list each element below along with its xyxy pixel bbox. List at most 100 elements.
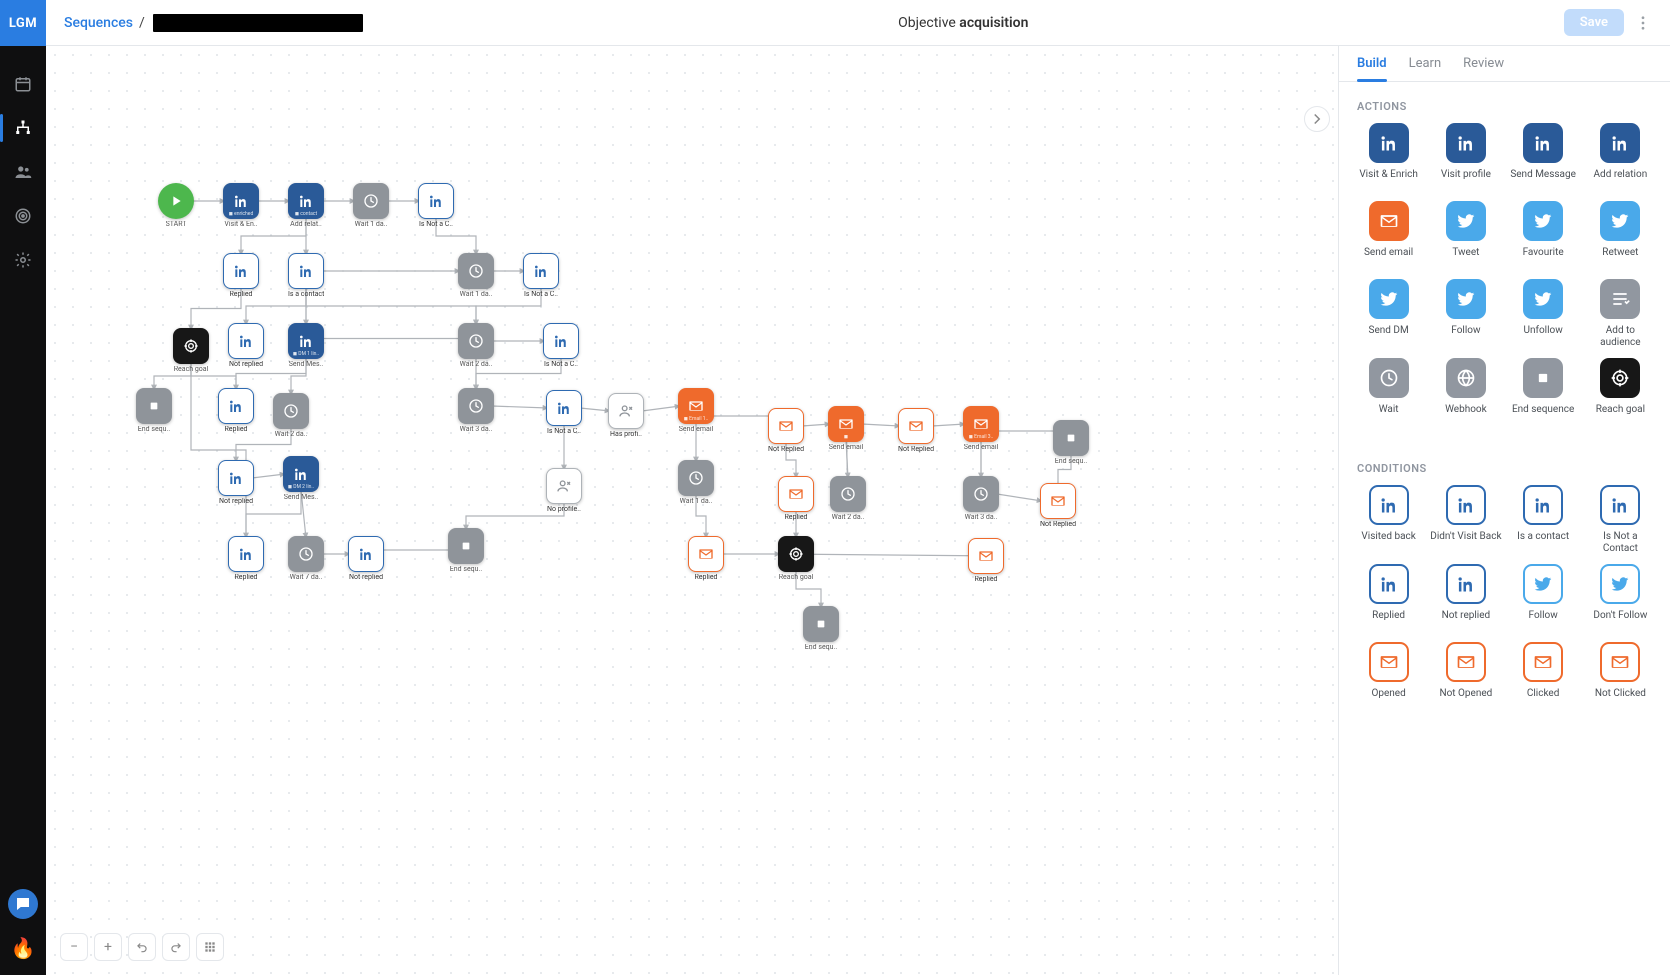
node-n38[interactable]: Replied xyxy=(688,536,724,582)
tile-follow-tw[interactable]: Follow xyxy=(1508,564,1579,632)
zoom-out-button[interactable]: − xyxy=(60,933,88,961)
breadcrumb-root[interactable]: Sequences xyxy=(64,15,133,31)
node-n25[interactable]: End sequ.. xyxy=(1053,420,1089,466)
tab-build[interactable]: Build xyxy=(1357,56,1387,81)
linkedin-icon xyxy=(1446,564,1486,604)
tile-webhook[interactable]: Webhook xyxy=(1430,358,1501,426)
tile-favourite[interactable]: Favourite xyxy=(1508,201,1579,269)
node-n34[interactable]: Replied xyxy=(228,536,264,582)
rail-target[interactable] xyxy=(11,204,35,228)
node-n15[interactable]: Replied xyxy=(218,388,254,434)
breadcrumb-sep: / xyxy=(139,15,145,31)
node-n9[interactable]: Reach goal xyxy=(173,328,209,374)
node-n8[interactable]: Is Not a C.. xyxy=(523,253,559,299)
node-n32[interactable]: Wait 3 da.. xyxy=(963,476,999,522)
tile-visit-enrich[interactable]: Visit & Enrich xyxy=(1353,123,1424,191)
node-n30[interactable]: Replied xyxy=(778,476,814,522)
tile-end-sequence[interactable]: End sequence xyxy=(1508,358,1579,426)
panel-collapse-button[interactable] xyxy=(1304,106,1330,132)
tile-replied-li[interactable]: Replied xyxy=(1353,564,1424,632)
rail-sequences[interactable] xyxy=(11,116,35,140)
tile-send-message[interactable]: Send Message xyxy=(1508,123,1579,191)
rail-settings[interactable] xyxy=(11,248,35,272)
clock-icon xyxy=(458,323,494,359)
tab-review[interactable]: Review xyxy=(1463,56,1504,81)
node-n33[interactable]: Not Replied xyxy=(1040,483,1076,529)
tile-is-contact[interactable]: Is a contact xyxy=(1508,485,1579,554)
tab-learn[interactable]: Learn xyxy=(1409,56,1442,81)
node-n26[interactable]: Not replied xyxy=(218,460,254,506)
node-n16[interactable]: Wait 2 da.. xyxy=(273,393,309,439)
tile-opened[interactable]: Opened xyxy=(1353,642,1424,710)
node-n11[interactable]: ◼ DM 1 lin..Send Mes.. xyxy=(288,323,324,369)
node-n1[interactable]: ◼ enrichedVisit & En.. xyxy=(223,183,259,229)
tile-follow[interactable]: Follow xyxy=(1430,279,1501,348)
tile-add-audience[interactable]: Add to audience xyxy=(1585,279,1656,348)
node-n23[interactable]: Not Replied xyxy=(898,408,934,454)
node-n2[interactable]: ◼ contactAdd relat.. xyxy=(288,183,324,229)
grid-toggle-button[interactable] xyxy=(196,933,224,961)
node-n36[interactable]: Not replied xyxy=(348,536,384,582)
node-n24[interactable]: ◼ Email 3..Send email xyxy=(963,406,999,452)
rail-flame[interactable]: 🔥 xyxy=(10,935,36,961)
node-n18[interactable]: Is Not a C.. xyxy=(546,390,582,436)
node-n5[interactable]: Replied xyxy=(223,253,259,299)
node-n7[interactable]: Wait 1 da.. xyxy=(458,253,494,299)
tile-is-not-contact[interactable]: Is Not a Contact xyxy=(1585,485,1656,554)
tile-wait[interactable]: Wait xyxy=(1353,358,1424,426)
tile-dont-follow[interactable]: Don't Follow xyxy=(1585,564,1656,632)
tile-unfollow[interactable]: Unfollow xyxy=(1508,279,1579,348)
node-n4[interactable]: Is Not a C.. xyxy=(418,183,454,229)
node-n28[interactable]: No profile.. xyxy=(546,468,582,514)
node-n37[interactable]: End sequ.. xyxy=(448,528,484,574)
node-start[interactable]: START xyxy=(158,183,194,229)
tile-send-dm[interactable]: Send DM xyxy=(1353,279,1424,348)
save-button[interactable]: Save xyxy=(1564,9,1624,36)
rail-leads[interactable] xyxy=(11,160,35,184)
tile-not-clicked[interactable]: Not Clicked xyxy=(1585,642,1656,710)
tile-retweet[interactable]: Retweet xyxy=(1585,201,1656,269)
tile-didnt-visit-back[interactable]: Didn't Visit Back xyxy=(1430,485,1501,554)
node-n6[interactable]: Is a contact xyxy=(288,253,324,299)
node-n10[interactable]: Not replied xyxy=(228,323,264,369)
node-n41[interactable]: End sequ.. xyxy=(803,606,839,652)
node-n3[interactable]: Wait 1 da.. xyxy=(353,183,389,229)
tile-not-replied-li[interactable]: Not replied xyxy=(1430,564,1501,632)
flow-canvas[interactable]: START ◼ enrichedVisit & En.. ◼ contactAdd … xyxy=(46,46,1338,975)
node-n40[interactable]: Replied xyxy=(968,538,1004,584)
node-n19[interactable]: Has profi.. xyxy=(608,393,644,439)
tile-add-relation[interactable]: Add relation xyxy=(1585,123,1656,191)
tile-not-opened[interactable]: Not Opened xyxy=(1430,642,1501,710)
mail-icon: ◼ xyxy=(828,406,864,442)
node-n12[interactable]: Wait 2 da.. xyxy=(458,323,494,369)
more-menu-button[interactable] xyxy=(1634,14,1652,32)
tile-visit-profile[interactable]: Visit profile xyxy=(1430,123,1501,191)
node-label: START xyxy=(166,221,187,229)
node-n17[interactable]: Wait 3 da.. xyxy=(458,388,494,434)
tile-visited-back[interactable]: Visited back xyxy=(1353,485,1424,554)
rail-calendar[interactable] xyxy=(11,72,35,96)
undo-button[interactable] xyxy=(128,933,156,961)
tile-tweet[interactable]: Tweet xyxy=(1430,201,1501,269)
node-n14[interactable]: End sequ.. xyxy=(136,388,172,434)
node-n20[interactable]: ◼ Email 1..Send email xyxy=(678,388,714,434)
node-label: Wait 3 da.. xyxy=(965,514,998,522)
node-n13[interactable]: Is Not a C.. xyxy=(543,323,579,369)
node-n21[interactable]: Not Replied xyxy=(768,408,804,454)
node-n29[interactable]: Wait 1 da.. xyxy=(678,460,714,506)
node-n39[interactable]: Reach goal xyxy=(778,536,814,582)
node-n31[interactable]: Wait 2 da.. xyxy=(830,476,866,522)
brand-logo[interactable]: LGM xyxy=(0,0,46,46)
node-n22[interactable]: ◼Send email xyxy=(828,406,864,452)
node-n27[interactable]: ◼ DM 2 lin..Send Mes.. xyxy=(283,456,319,502)
redo-button[interactable] xyxy=(162,933,190,961)
node-label: Is Not a C.. xyxy=(419,221,453,229)
zoom-in-button[interactable]: + xyxy=(94,933,122,961)
tile-reach-goal[interactable]: Reach goal xyxy=(1585,358,1656,426)
node-label: Wait 2 da.. xyxy=(832,514,865,522)
linkedin-icon xyxy=(1600,123,1640,163)
tile-send-email[interactable]: Send email xyxy=(1353,201,1424,269)
support-chat-button[interactable] xyxy=(8,889,38,919)
tile-clicked[interactable]: Clicked xyxy=(1508,642,1579,710)
node-n35[interactable]: Wait 7 da.. xyxy=(288,536,324,582)
